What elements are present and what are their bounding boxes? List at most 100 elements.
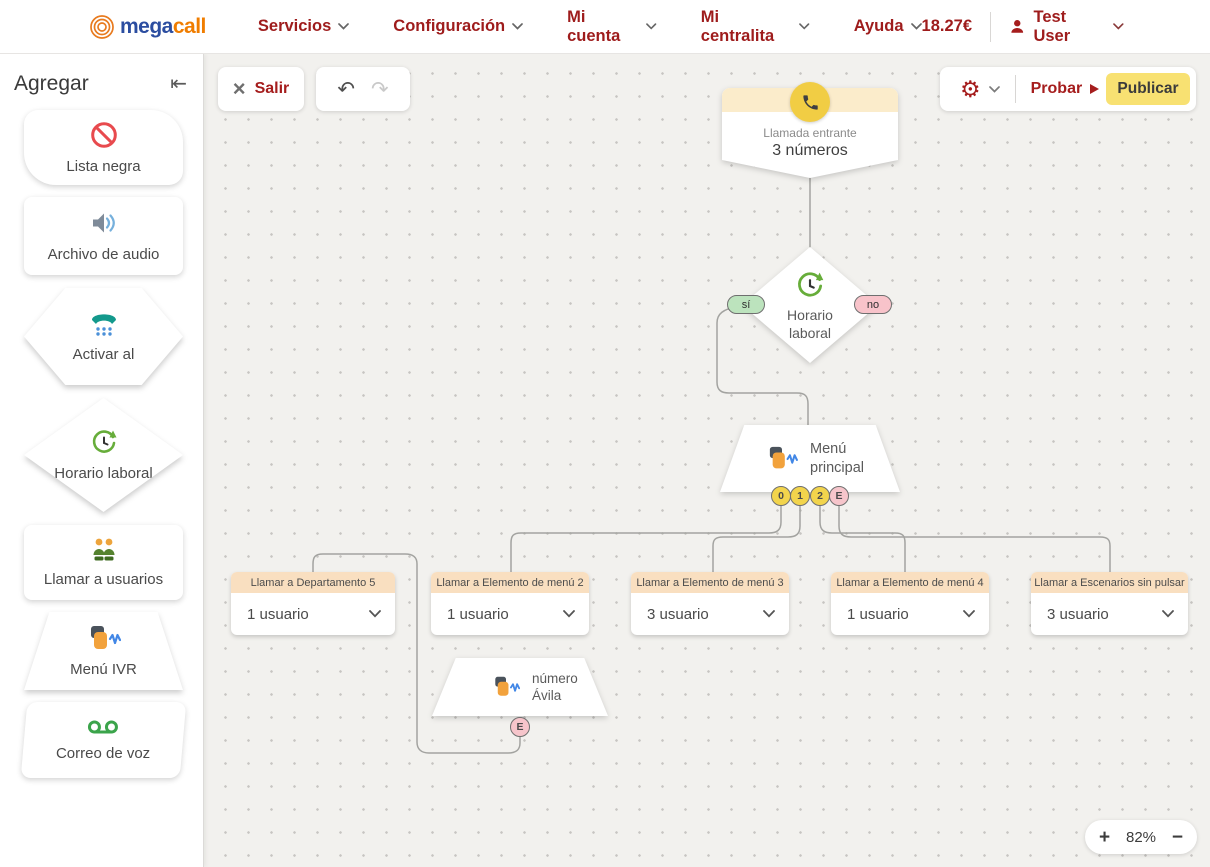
- logo-text: megacall: [120, 15, 206, 39]
- sidebar-item-lista-negra[interactable]: Lista negra: [24, 110, 183, 185]
- sidebar-item-activar-al[interactable]: Activar al: [24, 288, 183, 385]
- zoom-level: 82%: [1126, 829, 1156, 846]
- incoming-node-title: Llamada entrante: [722, 126, 898, 140]
- chevron-down-icon: [563, 610, 575, 618]
- avila-port-error[interactable]: E: [510, 717, 530, 737]
- node-llamar-elemento-menu-4[interactable]: Llamar a Elemento de menú 4 1 usuario: [831, 572, 989, 635]
- gear-icon[interactable]: ⚙: [960, 78, 981, 101]
- call-node-title: Llamar a Escenarios sin pulsar: [1031, 572, 1188, 593]
- blacklist-icon: [89, 120, 119, 150]
- nav-item-servicios[interactable]: Servicios: [258, 17, 349, 36]
- sidebar-item-correo-de-voz[interactable]: Correo de voz: [21, 702, 187, 778]
- account-balance[interactable]: 18.27€: [922, 17, 972, 36]
- menu-node-label: Menú principal: [810, 440, 864, 478]
- redo-icon[interactable]: ↷: [371, 77, 389, 102]
- work-schedule-icon: [89, 428, 119, 458]
- connector-badge2-to-node4: [820, 506, 905, 572]
- publish-button[interactable]: Publicar: [1106, 73, 1190, 105]
- call-node-select[interactable]: 3 usuario: [1031, 593, 1188, 635]
- connector-badge0-to-node2: [511, 506, 781, 572]
- ivr-menu-icon: [87, 624, 121, 654]
- node-llamar-departamento-5[interactable]: Llamar a Departamento 5 1 usuario: [231, 572, 395, 635]
- call-node-title: Llamar a Elemento de menú 4: [831, 572, 989, 593]
- add-elements-sidebar: Agregar ⇤ Lista negra Archivo de audio: [0, 54, 204, 867]
- undo-icon[interactable]: ↶: [337, 77, 355, 102]
- logo-swirl-icon: [88, 13, 116, 41]
- node-llamar-elemento-menu-2[interactable]: Llamar a Elemento de menú 2 1 usuario: [431, 572, 589, 635]
- call-node-select[interactable]: 3 usuario: [631, 593, 789, 635]
- chevron-down-icon: [369, 610, 381, 618]
- call-node-title: Llamar a Elemento de menú 2: [431, 572, 589, 593]
- megacall-logo[interactable]: megacall: [88, 13, 206, 41]
- sidebar-item-menu-ivr[interactable]: Menú IVR: [24, 612, 183, 690]
- nav-item-configuracion[interactable]: Configuración: [393, 17, 523, 36]
- call-node-select[interactable]: 1 usuario: [431, 593, 589, 635]
- chevron-down-icon: [646, 23, 656, 30]
- chevron-down-icon: [963, 610, 975, 618]
- call-node-title: Llamar a Departamento 5: [231, 572, 395, 593]
- divider: [990, 12, 991, 42]
- activate-call-icon: [89, 309, 119, 339]
- zoom-control: + 82% −: [1085, 820, 1197, 854]
- user-icon: [1009, 18, 1026, 35]
- nav-item-mi-centralita[interactable]: Mi centralita: [701, 8, 810, 46]
- chevron-down-icon: [1113, 23, 1124, 30]
- flow-connectors: [204, 54, 1210, 867]
- undo-redo-group: ↶ ↷: [316, 67, 410, 111]
- node-llamar-escenarios-sin-pulsar[interactable]: Llamar a Escenarios sin pulsar 3 usuario: [1031, 572, 1188, 635]
- chevron-down-icon: [512, 23, 523, 30]
- exit-button[interactable]: × Salir: [218, 67, 304, 111]
- flow-editor-canvas[interactable]: × Salir ↶ ↷ ⚙ Probar Publicar Llamada en…: [204, 54, 1210, 867]
- sidebar-title: Agregar: [14, 72, 89, 96]
- call-node-select[interactable]: 1 usuario: [831, 593, 989, 635]
- collapse-sidebar-icon[interactable]: ⇤: [170, 74, 187, 94]
- node-numero-avila[interactable]: número Ávila: [432, 658, 608, 716]
- test-scenario-button[interactable]: Probar: [1031, 80, 1100, 98]
- work-schedule-icon: [794, 270, 826, 302]
- node-llamar-elemento-menu-3[interactable]: Llamar a Elemento de menú 3 3 usuario: [631, 572, 789, 635]
- sidebar-item-archivo-de-audio[interactable]: Archivo de audio: [24, 197, 183, 275]
- main-menu: Servicios Configuración Mi cuenta Mi cen…: [258, 8, 922, 46]
- connector-badgeE-to-node5: [839, 506, 1110, 572]
- zoom-out-button[interactable]: −: [1172, 828, 1183, 847]
- menu-port-1[interactable]: 1: [790, 486, 810, 506]
- voicemail-icon: [88, 718, 120, 737]
- nav-item-ayuda[interactable]: Ayuda: [854, 17, 922, 36]
- ivr-menu-icon: [492, 675, 520, 700]
- audio-file-icon: [89, 208, 119, 238]
- ivr-menu-icon: [766, 445, 798, 473]
- chevron-down-icon[interactable]: [989, 86, 1000, 93]
- top-navbar: megacall Servicios Configuración Mi cuen…: [0, 0, 1210, 54]
- menu-port-error[interactable]: E: [829, 486, 849, 506]
- chevron-down-icon: [911, 23, 922, 30]
- sidebar-item-horario-laboral[interactable]: Horario laboral: [24, 398, 183, 512]
- menu-port-2[interactable]: 2: [810, 486, 830, 506]
- navbar-right: 18.27€ Test User: [922, 8, 1210, 46]
- node-menu-principal[interactable]: Menú principal: [720, 425, 900, 492]
- menu-port-0[interactable]: 0: [771, 486, 791, 506]
- avila-node-label: número Ávila: [532, 670, 578, 704]
- incoming-call-port[interactable]: [790, 82, 830, 122]
- chevron-down-icon: [799, 23, 809, 30]
- play-icon: [1090, 84, 1099, 94]
- chevron-down-icon: [763, 610, 775, 618]
- chevron-down-icon: [338, 23, 349, 30]
- user-menu[interactable]: Test User: [1009, 8, 1124, 46]
- zoom-in-button[interactable]: +: [1099, 828, 1110, 847]
- call-node-select[interactable]: 1 usuario: [231, 593, 395, 635]
- connector-badge1-to-node3: [713, 506, 800, 572]
- phone-icon: [801, 93, 820, 112]
- publish-toolbar: ⚙ Probar Publicar: [940, 67, 1196, 111]
- schedule-yes-port[interactable]: sí: [727, 295, 765, 314]
- incoming-node-value: 3 números: [722, 142, 898, 160]
- sidebar-header: Agregar ⇤: [0, 54, 203, 96]
- call-node-title: Llamar a Elemento de menú 3: [631, 572, 789, 593]
- sidebar-item-llamar-a-usuarios[interactable]: Llamar a usuarios: [24, 525, 183, 600]
- chevron-down-icon: [1162, 610, 1174, 618]
- nav-item-mi-cuenta[interactable]: Mi cuenta: [567, 8, 657, 46]
- call-users-icon: [88, 537, 120, 563]
- schedule-node-label: Horario laboral: [787, 306, 833, 342]
- close-icon: ×: [233, 78, 246, 100]
- divider: [1015, 75, 1016, 103]
- schedule-no-port[interactable]: no: [854, 295, 892, 314]
